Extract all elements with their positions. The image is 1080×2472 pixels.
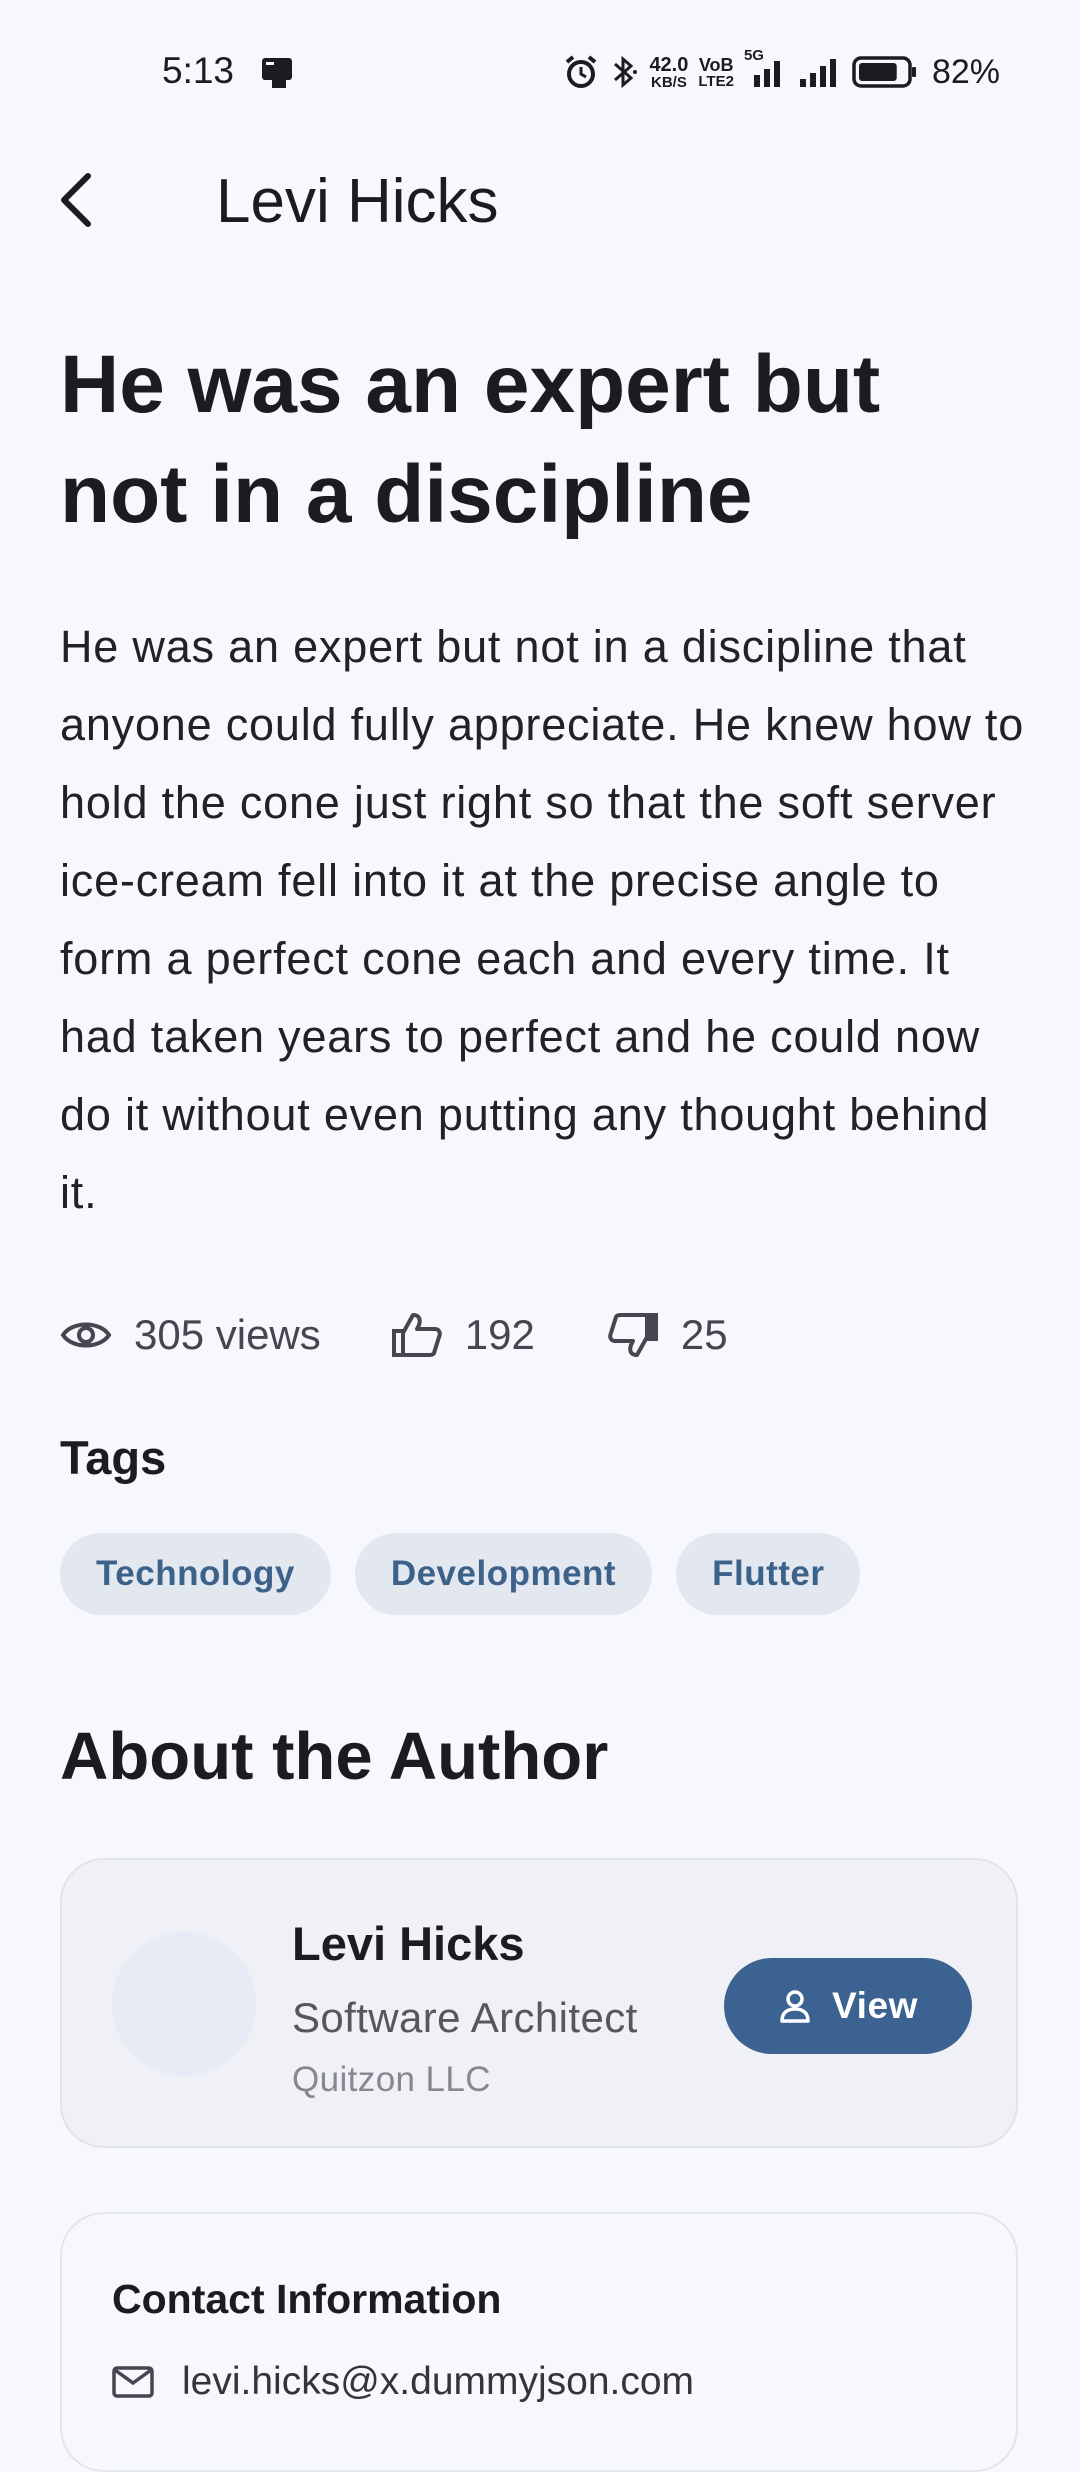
bluetooth-icon — [614, 55, 638, 89]
arrow-back-icon — [61, 173, 91, 227]
dislikes-count: 25 — [680, 1311, 728, 1358]
dislikes-stat[interactable]: 25 — [607, 1311, 728, 1359]
battery-percent: 82% — [931, 52, 1000, 91]
tag-chip-flutter[interactable]: Flutter — [676, 1533, 861, 1615]
contact-heading: Contact Information — [112, 2276, 502, 2322]
battery-icon — [852, 56, 916, 88]
volte-top: VoB — [698, 54, 734, 75]
contact-card: Contact Information levi.hicks@x.dummyjs… — [60, 2212, 1018, 2472]
volte-bottom: LTE2 — [698, 72, 734, 90]
network-speed-unit: KB/S — [650, 73, 687, 91]
contact-email: levi.hicks@x.dummyjson.com — [182, 2360, 695, 2403]
likes-count: 192 — [464, 1311, 535, 1358]
signal-5g: 5G — [744, 47, 788, 89]
back-button[interactable] — [40, 164, 112, 236]
author-card: Levi Hicks Software Architect Quitzon LL… — [60, 1858, 1018, 2148]
avatar — [112, 1932, 256, 2076]
likes-stat[interactable]: 192 — [391, 1311, 535, 1359]
tags-heading: Tags — [60, 1431, 167, 1484]
person-icon — [780, 1990, 810, 2023]
alarm-icon — [566, 55, 597, 88]
author-name: Levi Hicks — [292, 1917, 525, 1970]
article-headline: He was an expert but not in a discipline — [60, 339, 881, 540]
signal-strength-2-icon — [799, 59, 836, 87]
views-stat: 305 views — [60, 1311, 321, 1359]
email-icon — [112, 2366, 154, 2398]
tag-list: Technology Development Flutter — [60, 1533, 861, 1615]
view-profile-button[interactable]: View — [724, 1958, 972, 2054]
article-body: He was an expert but not in a discipline… — [60, 621, 1025, 1218]
view-button-label: View — [831, 1985, 919, 2026]
app-bar: Levi Hicks — [0, 144, 1080, 256]
thumb-up-icon — [391, 1313, 442, 1357]
page-title: Levi Hicks — [216, 167, 499, 236]
contact-email-row[interactable]: levi.hicks@x.dummyjson.com — [112, 2360, 694, 2404]
eye-icon — [60, 1322, 112, 1348]
network-speed-value: 42.0 — [649, 53, 689, 76]
notification-icon — [262, 58, 292, 88]
thumb-down-icon — [608, 1313, 658, 1357]
article-stats: 305 views 192 25 — [60, 1300, 728, 1370]
about-author-heading: About the Author — [60, 1719, 609, 1794]
status-icons: 42.0 KB/S VoB LTE2 5G 82% — [563, 47, 1000, 94]
author-role: Software Architect — [292, 1994, 638, 2041]
author-company: Quitzon LLC — [292, 2060, 491, 2099]
views-count: 305 views — [134, 1311, 321, 1358]
tag-chip-development[interactable]: Development — [354, 1533, 653, 1615]
network-speed: 42.0 KB/S — [649, 55, 688, 90]
tag-chip-technology[interactable]: Technology — [60, 1533, 331, 1615]
status-time: 5:13 — [162, 50, 235, 91]
volte-indicator: VoB LTE2 — [698, 56, 734, 89]
status-bar: 5:13 42.0 KB/S VoB LTE2 5G 82% — [0, 0, 1080, 144]
network-type: 5G — [743, 47, 764, 64]
